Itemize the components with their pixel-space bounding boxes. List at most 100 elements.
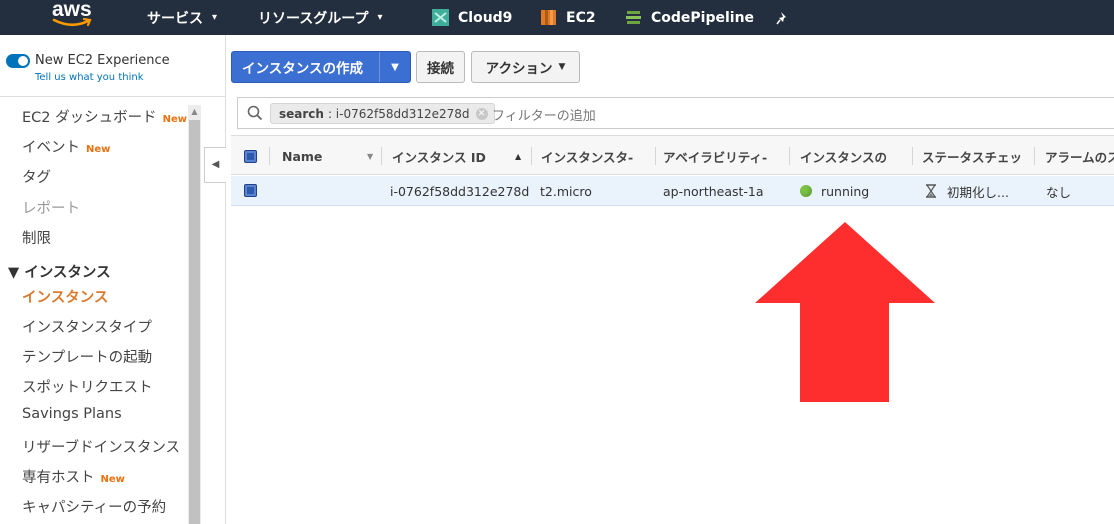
sidebar-item-label: EC2 ダッシュボード [22, 110, 157, 126]
column-header-instance-id[interactable]: インスタンス ID [392, 136, 517, 176]
actions-button[interactable]: アクション ▼ [471, 51, 580, 83]
services-label: サービス [147, 10, 203, 27]
sidebar-item-tags[interactable]: タグ [22, 166, 51, 187]
search-icon [247, 105, 263, 121]
chevron-down-icon: ▼ [558, 62, 566, 72]
sidebar-item-reserved-instances[interactable]: リザーブドインスタンス [22, 436, 180, 457]
column-header-label: ステータスチェッ [922, 149, 1023, 165]
instance-state-label: running [821, 183, 870, 199]
column-separator [381, 147, 382, 165]
table-row[interactable]: i-0762f58dd312e278d t2.micro ap-northeas… [231, 176, 1114, 206]
cell-status-checks: 初期化し... [925, 176, 1033, 206]
sidebar-item-spot-requests[interactable]: スポットリクエスト [22, 376, 153, 397]
column-header-label: インスタンスタ- [541, 149, 634, 165]
shortcut-codepipeline[interactable]: CodePipeline [625, 0, 754, 35]
column-header-label: インスタンスの [800, 149, 888, 165]
column-header-status-checks[interactable]: ステータスチェッ [922, 136, 1030, 176]
cell-name[interactable] [282, 176, 382, 206]
sidebar-item-events[interactable]: イベント New [22, 136, 110, 157]
column-header-label: アラームのス [1045, 149, 1114, 165]
filter-token-value: : i-0762f58dd312e278d [327, 106, 470, 121]
cell-instance-state: running [800, 176, 910, 206]
resource-groups-menu[interactable]: リソースグループ ▾ [258, 0, 383, 35]
row-checkbox[interactable] [244, 184, 257, 197]
sidebar-item-launch-templates[interactable]: テンプレートの起動 [22, 346, 152, 367]
sidebar-item-instances[interactable]: インスタンス [22, 286, 108, 307]
chevron-left-icon: ◀ [211, 159, 220, 170]
column-header-label: アベイラビリティ- [663, 149, 768, 165]
column-header-label: インスタンス ID [392, 149, 486, 165]
connect-button[interactable]: 接続 [416, 51, 465, 83]
filter-token[interactable]: search : i-0762f58dd312e278d ✕ [270, 103, 495, 124]
column-separator [269, 147, 270, 165]
sidebar-item-ec2-dashboard[interactable]: EC2 ダッシュボード New [22, 106, 187, 127]
aws-smile-icon [52, 18, 92, 27]
new-badge: New [100, 474, 125, 485]
sort-ascending-icon[interactable]: ▲ [515, 136, 525, 176]
sidebar-item-label: 専有ホスト [22, 470, 95, 486]
cloud9-icon [432, 9, 449, 26]
sidebar-item-label: イベント [22, 140, 80, 156]
sidebar-item-reports[interactable]: レポート [22, 197, 80, 218]
column-separator [655, 147, 656, 165]
feedback-link[interactable]: Tell us what you think [35, 72, 144, 83]
pin-icon [776, 11, 786, 24]
launch-instance-button[interactable]: インスタンスの作成 ▼ [231, 51, 411, 83]
collapse-sidebar-button[interactable]: ◀ [204, 147, 226, 183]
hourglass-icon [926, 184, 936, 198]
cell-availability-zone: ap-northeast-1a [663, 183, 764, 199]
chevron-down-icon: ▾ [212, 12, 218, 23]
scroll-up-icon[interactable]: ▲ [188, 105, 201, 119]
status-check-label: 初期化し... [947, 184, 1009, 200]
filter-search-bar[interactable]: search : i-0762f58dd312e278d ✕ フィルターの追加 [237, 97, 1114, 129]
new-badge: New [162, 114, 188, 125]
column-header-alarm-status[interactable]: アラームのス [1045, 136, 1114, 176]
shortcut-cloud9-label: Cloud9 [458, 9, 513, 26]
sidebar-border [225, 35, 226, 524]
aws-logo[interactable]: aws [52, 0, 96, 30]
column-header-availability-zone[interactable]: アベイラビリティ- [663, 136, 783, 176]
sidebar-item-capacity-reservations[interactable]: キャパシティーの予約 [22, 496, 166, 517]
column-separator [912, 147, 913, 165]
shortcut-codepipeline-label: CodePipeline [651, 9, 755, 26]
sidebar-item-instance-types[interactable]: インスタンスタイプ [22, 316, 152, 337]
table-header: Name ▼ インスタンス ID ▲ インスタンスタ- アベイラビリティ- イン… [231, 135, 1114, 175]
cell-alarm-status: なし [1046, 184, 1072, 200]
new-experience-title: New EC2 Experience [35, 53, 170, 68]
top-navigation-bar: aws サービス ▾ リソースグループ ▾ Cloud9 EC2 CodePip… [0, 0, 1114, 35]
launch-instance-label: インスタンスの作成 [242, 61, 363, 77]
chevron-down-icon[interactable]: ▼ [380, 62, 410, 73]
column-separator [1034, 147, 1035, 165]
running-status-icon [800, 185, 812, 197]
new-experience-toggle[interactable] [6, 54, 30, 68]
services-menu[interactable]: サービス ▾ [147, 0, 217, 35]
column-separator [789, 147, 790, 165]
ec2-icon [541, 10, 556, 25]
shortcut-cloud9[interactable]: Cloud9 [432, 0, 512, 35]
cell-instance-id[interactable]: i-0762f58dd312e278d [390, 176, 530, 206]
shortcut-ec2[interactable]: EC2 [540, 0, 596, 35]
sort-icon[interactable]: ▼ [367, 136, 377, 176]
sidebar-item-dedicated-hosts[interactable]: 専有ホスト New [22, 466, 125, 487]
pin-button[interactable] [776, 0, 790, 35]
scrollbar-thumb[interactable] [189, 120, 200, 524]
cell-instance-type: t2.micro [540, 183, 592, 199]
column-header-instance-type[interactable]: インスタンスタ- [541, 136, 653, 176]
sidebar-section-instances[interactable]: ▼ インスタンス [8, 261, 111, 282]
chevron-down-icon: ▾ [377, 12, 383, 23]
remove-filter-icon[interactable]: ✕ [475, 107, 488, 120]
add-filter-input[interactable]: フィルターの追加 [492, 105, 596, 124]
connect-label: 接続 [427, 61, 454, 77]
new-badge: New [86, 144, 111, 155]
sidebar-item-savings-plans[interactable]: Savings Plans [22, 406, 122, 422]
actions-label: アクション [485, 61, 553, 77]
column-header-label: Name [282, 148, 323, 164]
sidebar-scrollbar[interactable]: ▲ [188, 105, 201, 524]
toggle-knob [18, 56, 28, 66]
column-separator [531, 147, 532, 165]
codepipeline-icon [626, 11, 641, 24]
sidebar-item-limits[interactable]: 制限 [22, 227, 51, 248]
column-header-instance-state[interactable]: インスタンスの [800, 136, 910, 176]
select-all-checkbox[interactable] [244, 150, 257, 163]
shortcut-ec2-label: EC2 [566, 9, 596, 26]
